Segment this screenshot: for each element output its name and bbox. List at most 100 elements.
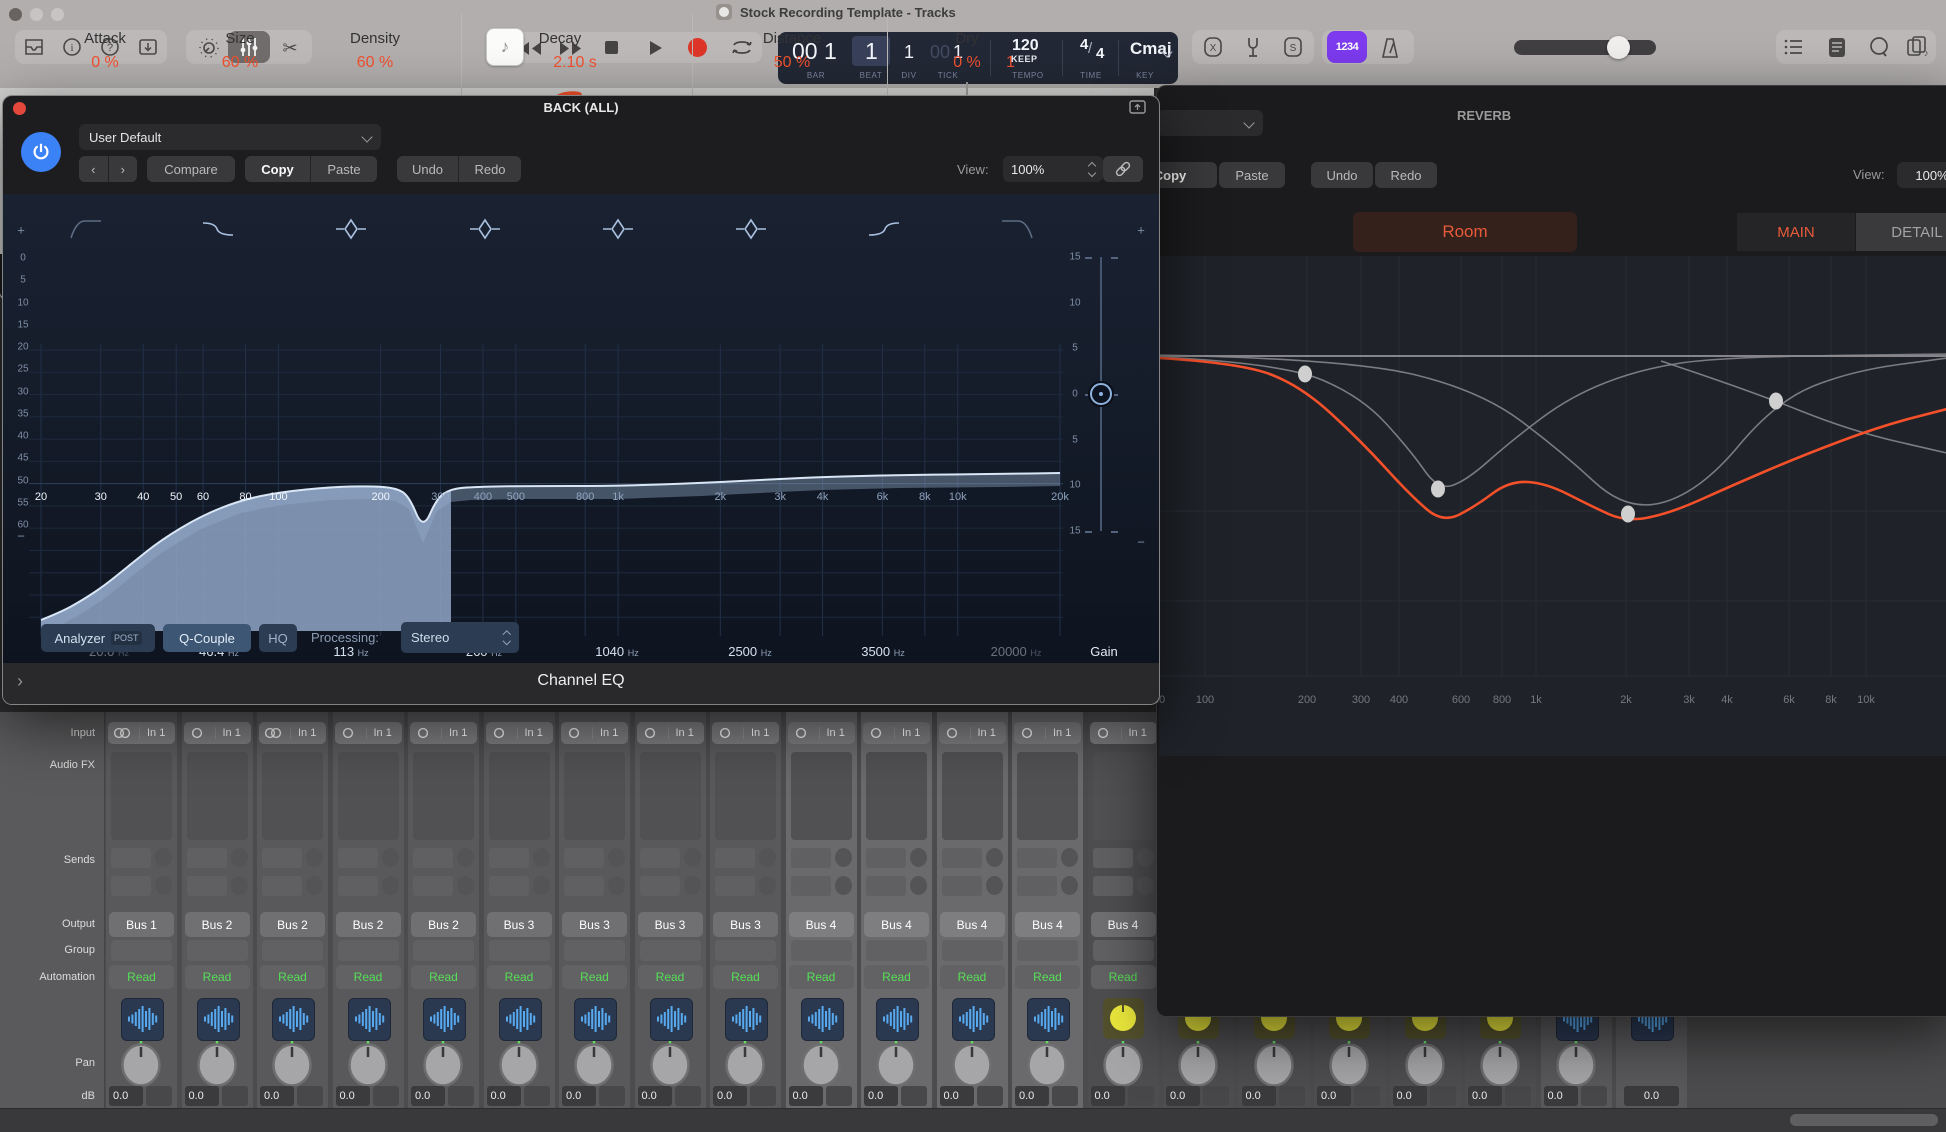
volume-field[interactable]: 0.0 <box>109 1086 143 1106</box>
output-button[interactable]: Bus 2 <box>411 912 476 937</box>
band-5-bell-icon[interactable] <box>600 216 636 242</box>
send-knob-slot[interactable] <box>1061 876 1078 895</box>
automation-button[interactable]: Read <box>864 965 929 989</box>
audio-fx-slot[interactable] <box>942 752 1003 840</box>
input-button[interactable]: In 1 <box>184 722 251 744</box>
send-knob-slot[interactable] <box>306 876 323 895</box>
group-slot[interactable] <box>866 940 927 961</box>
input-button[interactable]: In 1 <box>788 722 855 744</box>
output-button[interactable]: Bus 4 <box>1015 912 1080 937</box>
eq-thumbnail[interactable] <box>952 998 995 1041</box>
automation-button[interactable]: Read <box>1015 965 1080 989</box>
volume-field[interactable]: 0.0 <box>1624 1086 1679 1106</box>
pan-knob[interactable] <box>647 1040 693 1086</box>
send-slot[interactable] <box>791 848 831 868</box>
send-slot[interactable] <box>1093 848 1133 868</box>
send-slot[interactable] <box>262 876 302 896</box>
automation-button[interactable]: Read <box>638 965 703 989</box>
volume-field[interactable]: 0.0 <box>1317 1086 1351 1106</box>
send-slot[interactable] <box>640 876 680 896</box>
volume-field[interactable]: 0.0 <box>789 1086 823 1106</box>
input-button[interactable]: In 1 <box>108 722 175 744</box>
input-button[interactable]: In 1 <box>486 722 553 744</box>
redo-button[interactable]: Redo <box>459 156 521 182</box>
send-knob-slot[interactable] <box>835 876 852 895</box>
pan-knob[interactable] <box>1326 1040 1372 1086</box>
send-knob-slot[interactable] <box>382 848 399 867</box>
pan-knob[interactable] <box>496 1040 542 1086</box>
pan-knob[interactable] <box>1251 1040 1297 1086</box>
send-slot[interactable] <box>111 848 151 868</box>
reverb-room-button[interactable]: Room <box>1353 212 1577 252</box>
knob-value-distance[interactable]: 50 % <box>774 54 810 72</box>
dry-value[interactable]: 0 % <box>953 54 981 72</box>
pan-mode-icon[interactable] <box>1103 998 1144 1039</box>
analyzer-post-badge[interactable]: POST <box>111 631 142 645</box>
send-knob-slot[interactable] <box>155 848 172 867</box>
eq-power-button[interactable] <box>21 132 61 172</box>
volume-field[interactable]: 0.0 <box>713 1086 747 1106</box>
send-slot[interactable] <box>338 848 378 868</box>
automation-button[interactable]: Read <box>789 965 854 989</box>
eq-window-mode-icon[interactable] <box>1129 100 1146 119</box>
metronome-icon[interactable] <box>1378 36 1402 60</box>
send-slot[interactable] <box>489 876 529 896</box>
output-button[interactable]: Bus 2 <box>185 912 250 937</box>
group-slot[interactable] <box>413 940 474 961</box>
volume-field[interactable]: 0.0 <box>1166 1086 1200 1106</box>
volume-field[interactable]: 0.0 <box>185 1086 219 1106</box>
automation-button[interactable]: Read <box>411 965 476 989</box>
reverb-tab-main[interactable]: MAIN <box>1737 213 1855 251</box>
chat-icon[interactable] <box>1868 36 1890 58</box>
send-knob-slot[interactable] <box>986 848 1003 867</box>
send-knob-slot[interactable] <box>835 848 852 867</box>
eq-thumbnail[interactable] <box>121 998 164 1041</box>
automation-button[interactable]: Read <box>185 965 250 989</box>
send-slot[interactable] <box>866 876 906 896</box>
pan-knob[interactable] <box>1477 1040 1523 1086</box>
output-button[interactable]: Bus 4 <box>1091 912 1156 937</box>
send-slot[interactable] <box>791 876 831 896</box>
audio-fx-slot[interactable] <box>489 752 550 840</box>
eq-thumbnail[interactable] <box>876 998 919 1041</box>
prev-preset-button[interactable]: ‹ <box>79 156 109 182</box>
input-button[interactable]: In 1 <box>259 722 326 744</box>
audio-fx-slot[interactable] <box>338 752 399 840</box>
band-3-bell-icon[interactable] <box>333 216 369 242</box>
volume-field[interactable]: 0.0 <box>864 1086 898 1106</box>
q-couple-button[interactable]: Q-Couple <box>163 624 251 652</box>
loops-icon[interactable]: ♪ <box>1906 36 1930 58</box>
pan-knob[interactable] <box>269 1040 315 1086</box>
pan-knob[interactable] <box>798 1040 844 1086</box>
eq-axis-plus[interactable]: + <box>17 223 25 238</box>
volume-field[interactable]: 0.0 <box>1544 1086 1578 1106</box>
send-slot[interactable] <box>413 876 453 896</box>
eq-axis-minus[interactable]: − <box>1137 535 1145 550</box>
send-knob-slot[interactable] <box>457 848 474 867</box>
reverb-redo-button[interactable]: Redo <box>1375 162 1437 188</box>
send-slot[interactable] <box>564 876 604 896</box>
send-knob-slot[interactable] <box>986 876 1003 895</box>
pan-knob[interactable] <box>118 1040 164 1086</box>
output-button[interactable]: Bus 4 <box>789 912 854 937</box>
pan-knob[interactable] <box>345 1040 391 1086</box>
volume-slider-thumb[interactable] <box>1607 36 1630 59</box>
output-button[interactable]: Bus 1 <box>109 912 174 937</box>
output-button[interactable]: Bus 3 <box>638 912 703 937</box>
volume-field[interactable]: 0.0 <box>1393 1086 1427 1106</box>
eq-curve-plot[interactable] <box>29 344 1063 636</box>
notes-icon[interactable] <box>1826 36 1848 58</box>
send-knob-slot[interactable] <box>231 848 248 867</box>
eq-thumbnail[interactable] <box>801 998 844 1041</box>
send-slot[interactable] <box>187 848 227 868</box>
send-knob-slot[interactable] <box>533 876 550 895</box>
eq-axis-minus[interactable]: − <box>17 529 25 544</box>
knob-value-density[interactable]: 60 % <box>357 54 393 72</box>
audio-fx-slot[interactable] <box>791 752 852 840</box>
send-knob-slot[interactable] <box>1061 848 1078 867</box>
group-slot[interactable] <box>791 940 852 961</box>
analyzer-button[interactable]: Analyzer POST <box>41 624 155 652</box>
send-knob-slot[interactable] <box>155 876 172 895</box>
send-knob-slot[interactable] <box>1137 848 1154 867</box>
group-slot[interactable] <box>942 940 1003 961</box>
